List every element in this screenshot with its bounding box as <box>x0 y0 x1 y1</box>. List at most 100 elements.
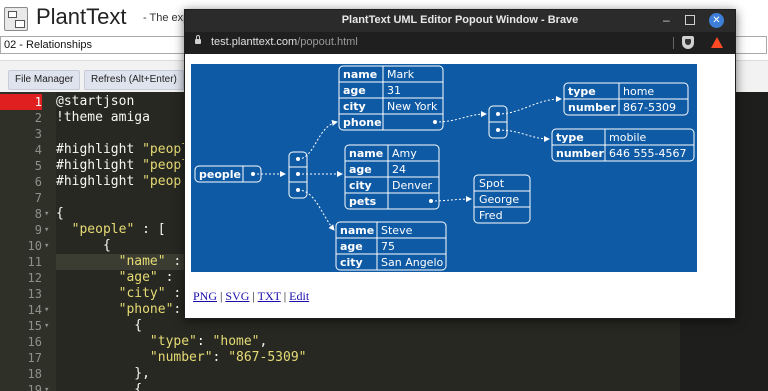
line-number: 8 <box>34 207 42 221</box>
steve-city: San Angelo <box>381 256 443 269</box>
code-text: "phone": <box>56 302 182 318</box>
steve-name: Steve <box>381 224 413 237</box>
code-token: : [ <box>134 222 166 237</box>
url-path: /popout.html <box>297 36 358 48</box>
fold-toggle-icon[interactable]: ▾ <box>44 318 49 334</box>
code-string: "867-5309" <box>228 350 307 365</box>
code-text: !theme amiga <box>56 110 150 126</box>
home-type: home <box>623 85 654 98</box>
code-token: { <box>56 318 143 333</box>
json-diagram-svg: people name age city phone Mark 31 New Y… <box>194 65 695 271</box>
line-number: 13 <box>27 287 42 301</box>
code-token: { <box>56 238 111 253</box>
maximize-icon[interactable] <box>685 15 695 25</box>
code-text: "name" : <box>56 254 182 270</box>
mobile-type: mobile <box>609 131 647 144</box>
amy-city: Denver <box>392 179 432 192</box>
window-titlebar[interactable]: PlantText UML Editor Popout Window - Bra… <box>185 10 735 32</box>
code-string: "peopl <box>142 142 190 157</box>
planttext-logo-icon[interactable] <box>4 7 28 31</box>
link-separator: | <box>252 289 255 303</box>
edit-link[interactable]: Edit <box>289 289 309 303</box>
app-title: PlantText <box>36 4 127 29</box>
mark-key-phone: phone <box>343 116 382 129</box>
fold-toggle-icon[interactable]: ▾ <box>44 222 49 238</box>
line-number: 18 <box>27 367 42 381</box>
mark-key-city: city <box>343 100 366 113</box>
url-host: test.planttext.com <box>211 36 298 48</box>
code-token: #highlight <box>56 158 143 173</box>
code-token: { <box>56 382 143 391</box>
editor-line[interactable]: 17 "number": "867-5309" <box>0 350 680 366</box>
pet-item: Spot <box>479 177 505 190</box>
code-token: : <box>165 254 182 269</box>
fold-toggle-icon[interactable]: ▾ <box>44 302 49 318</box>
code-text: #highlight "peopl <box>56 158 189 174</box>
brave-rewards-icon[interactable] <box>711 37 723 48</box>
pet-item: George <box>479 193 519 206</box>
editor-line[interactable]: 18 }, <box>0 366 680 382</box>
txt-link[interactable]: TXT <box>258 289 281 303</box>
refresh-button[interactable]: Refresh (Alt+Enter) <box>84 70 184 90</box>
editor-line[interactable]: 15 ▾ { <box>0 318 680 334</box>
code-token: #highlight <box>56 174 143 189</box>
fold-toggle-icon[interactable]: ▾ <box>44 238 49 254</box>
editor-line[interactable]: 16 "type": "home", <box>0 334 680 350</box>
fold-toggle-icon[interactable]: ▾ <box>44 206 49 222</box>
line-number: 3 <box>34 127 42 141</box>
code-string: "age" <box>118 270 158 285</box>
amy-key-age: age <box>349 163 372 176</box>
steve-key-city: city <box>340 256 363 269</box>
code-string: "name" <box>118 254 166 269</box>
code-string: "peopl <box>142 158 190 173</box>
root-label: people <box>199 168 241 181</box>
mobile-number: 646 555-4567 <box>609 147 686 160</box>
steve-age: 75 <box>381 240 395 253</box>
code-token: { <box>56 206 64 221</box>
export-links: PNG | SVG | TXT | Edit <box>193 289 309 304</box>
home-key-type: type <box>568 85 596 98</box>
brave-shields-icon[interactable] <box>682 36 694 49</box>
mark-key-name: name <box>343 68 377 81</box>
popout-window: PlantText UML Editor Popout Window - Bra… <box>184 9 736 319</box>
lock-icon[interactable] <box>195 35 201 44</box>
line-number: 9 <box>34 223 42 237</box>
link-separator: | <box>220 289 223 303</box>
app-tagline: - The exp <box>143 12 190 24</box>
link-separator: | <box>283 289 287 303</box>
amy-name: Amy <box>392 147 417 160</box>
mobile-key-number: number <box>556 147 604 160</box>
code-text: "people" : [ <box>56 222 166 238</box>
steve-key-name: name <box>340 224 374 237</box>
url-text[interactable]: test.planttext.com/popout.html <box>211 36 358 48</box>
close-icon[interactable]: ✕ <box>709 13 724 28</box>
code-text: { <box>56 238 111 254</box>
address-bar[interactable]: test.planttext.com/popout.html <box>185 32 735 54</box>
amy-age: 24 <box>392 163 406 176</box>
code-string: "home" <box>212 334 260 349</box>
svg-link[interactable]: SVG <box>225 289 249 303</box>
file-manager-button[interactable]: File Manager <box>8 70 81 90</box>
code-string: "phone" <box>118 302 174 317</box>
home-number: 867-5309 <box>623 101 676 114</box>
code-token: : <box>212 350 229 365</box>
line-number: 19 <box>27 383 42 391</box>
code-text: "type": "home", <box>56 334 267 350</box>
address-separator <box>673 37 674 49</box>
minimize-icon[interactable]: – <box>663 13 670 27</box>
png-link[interactable]: PNG <box>193 289 217 303</box>
window-title: PlantText UML Editor Popout Window - Bra… <box>341 14 579 26</box>
editor-line[interactable]: 19 ▾ { <box>0 382 680 391</box>
line-number: 1 <box>0 94 42 110</box>
mark-age: 31 <box>387 84 401 97</box>
code-text: #highlight "peopl <box>56 142 189 158</box>
fold-toggle-icon[interactable]: ▾ <box>44 382 49 391</box>
line-number: 17 <box>27 351 42 365</box>
diagram-connectors <box>253 96 562 231</box>
code-string: "people" <box>71 222 135 237</box>
code-token: : <box>196 334 213 349</box>
code-string: "type" <box>149 334 197 349</box>
